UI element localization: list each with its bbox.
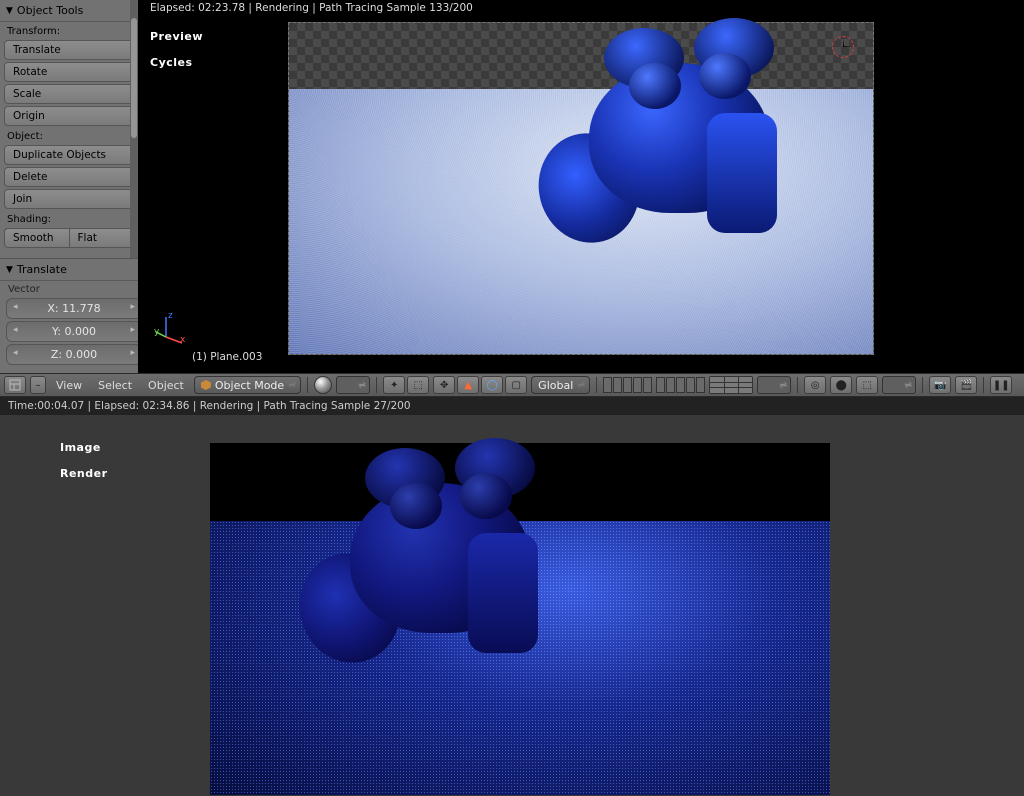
viewport-render-status: Elapsed: 02:23.78 | Rendering | Path Tra…	[150, 2, 473, 14]
layers-dropdown[interactable]	[757, 376, 791, 394]
translate-button[interactable]: Translate	[4, 40, 134, 60]
overlay-image-label: Image Render	[60, 435, 108, 487]
mode-select[interactable]: Object Mode	[194, 376, 301, 394]
translate-panel-title: Translate	[17, 263, 67, 276]
manip-scale-button[interactable]: ▢	[505, 376, 527, 394]
vector-x-field[interactable]: ◂X: 11.778▸	[6, 298, 142, 319]
render-image-button[interactable]: 📷	[929, 376, 951, 394]
orientation-select[interactable]: Global	[531, 376, 590, 394]
image-render-status: Time:00:04.07 | Elapsed: 02:34.86 | Rend…	[0, 397, 1024, 415]
layer-buttons-a[interactable]	[603, 377, 652, 393]
manipulator-buttons: ✥ ▲ ◯ ▢	[433, 376, 527, 394]
suzanne-mesh	[310, 443, 600, 673]
operator-panel: ▼ Translate Vector ◂X: 11.778▸ ◂Y: 0.000…	[0, 258, 148, 367]
object-tools-header[interactable]: ▼ Object Tools	[0, 0, 138, 22]
render-anim-button[interactable]: 🎬	[955, 376, 977, 394]
object-tools-title: Object Tools	[17, 4, 83, 17]
manip-translate-button[interactable]: ▲	[457, 376, 479, 394]
shade-flat-button[interactable]: Flat	[70, 228, 135, 248]
3d-viewport[interactable]: Elapsed: 02:23.78 | Rendering | Path Tra…	[138, 0, 1024, 373]
origin-button[interactable]: Origin	[4, 106, 134, 126]
manip-rotate-button[interactable]: ◯	[481, 376, 503, 394]
layer-grid-icon[interactable]	[709, 376, 753, 394]
toolshelf-scrollbar[interactable]	[130, 0, 138, 258]
suzanne-mesh	[549, 23, 829, 243]
chevron-down-icon: ▼	[6, 265, 13, 275]
menu-select[interactable]: Select	[92, 379, 138, 392]
snap-button[interactable]: ⬤	[830, 376, 852, 394]
pivot-manip-button[interactable]: ⬚	[407, 376, 429, 394]
menu-view[interactable]: View	[50, 379, 88, 392]
shading-preview-sphere-icon[interactable]	[314, 376, 332, 394]
menu-object[interactable]: Object	[142, 379, 190, 392]
pivot-buttons: ✦ ⬚	[383, 376, 429, 394]
editor-type-button[interactable]	[4, 376, 26, 394]
shading-section-label: Shading:	[0, 210, 138, 227]
lock-camera-button[interactable]: ◎	[804, 376, 826, 394]
object-section-label: Object:	[0, 127, 138, 144]
layer-buttons-b[interactable]	[656, 377, 705, 393]
viewport-header: – View Select Object Object Mode ✦ ⬚ ✥ ▲…	[0, 373, 1024, 397]
scale-button[interactable]: Scale	[4, 84, 134, 104]
vector-y-field[interactable]: ◂Y: 0.000▸	[6, 321, 142, 342]
snap-target-select[interactable]	[882, 376, 916, 394]
manip-toggle-button[interactable]: ✥	[433, 376, 455, 394]
overlay-preview-label: Preview Cycles	[150, 24, 203, 76]
translate-panel-header[interactable]: ▼ Translate	[0, 259, 148, 281]
collapse-menus-button[interactable]: –	[30, 376, 46, 394]
delete-button[interactable]: Delete	[4, 167, 134, 187]
vector-label: Vector	[0, 281, 148, 296]
chevron-down-icon: ▼	[6, 6, 13, 16]
axis-gizmo: z y x	[156, 313, 188, 345]
transform-section-label: Transform:	[0, 22, 138, 39]
shading-mode-select[interactable]	[336, 376, 370, 394]
duplicate-button[interactable]: Duplicate Objects	[4, 145, 134, 165]
render-border	[288, 22, 874, 355]
pause-preview-button[interactable]: ❚❚	[990, 376, 1012, 394]
active-object-name: (1) Plane.003	[192, 351, 262, 363]
vector-z-field[interactable]: ◂Z: 0.000▸	[6, 344, 142, 365]
image-editor: Time:00:04.07 | Elapsed: 02:34.86 | Rend…	[0, 397, 1024, 796]
snap-type-button[interactable]: ⬚	[856, 376, 878, 394]
image-area[interactable]: Image Render	[0, 415, 1024, 796]
tool-shelf: ▼ Object Tools Transform: Translate Rota…	[0, 0, 138, 373]
rotate-button[interactable]: Rotate	[4, 62, 134, 82]
3d-cursor-icon	[832, 36, 854, 58]
join-button[interactable]: Join	[4, 189, 134, 209]
cube-icon	[201, 380, 211, 390]
shade-smooth-button[interactable]: Smooth	[4, 228, 70, 248]
pivot-median-button[interactable]: ✦	[383, 376, 405, 394]
render-result	[210, 443, 830, 795]
